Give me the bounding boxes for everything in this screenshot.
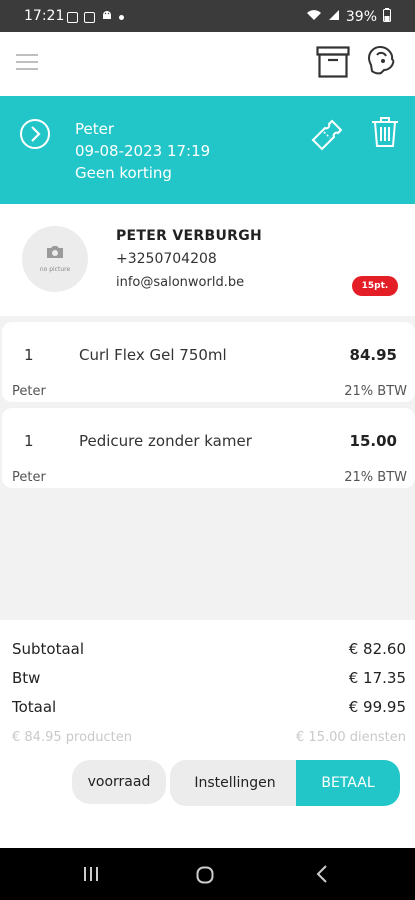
recent-apps-icon[interactable] bbox=[82, 866, 100, 886]
total-row: Totaal € 99.95 bbox=[12, 698, 406, 716]
battery-icon bbox=[383, 8, 391, 26]
order-info[interactable]: Peter 09-08-2023 17:19 Geen korting bbox=[75, 118, 210, 184]
signal-icon bbox=[328, 9, 340, 25]
gallery-notification-icon bbox=[67, 11, 78, 23]
services-total: € 15.00 diensten bbox=[296, 730, 406, 745]
more-notifications-dot-icon bbox=[119, 14, 124, 20]
item-employee: Peter bbox=[12, 470, 46, 485]
ticket-icon[interactable] bbox=[310, 118, 344, 156]
order-employee: Peter bbox=[75, 120, 115, 138]
vat-row: Btw € 17.35 bbox=[12, 669, 406, 687]
order-header: Peter 09-08-2023 17:19 Geen korting bbox=[0, 96, 415, 204]
cart-item[interactable]: 1 Pedicure zonder kamer 15.00 Peter 21% … bbox=[2, 408, 415, 488]
no-picture-label: no picture bbox=[39, 266, 71, 273]
menu-icon[interactable] bbox=[16, 54, 38, 72]
totals-panel: Subtotaal € 82.60 Btw € 17.35 Totaal € 9… bbox=[0, 620, 415, 848]
cart-item[interactable]: 1 Curl Flex Gel 750ml 84.95 Peter 21% BT… bbox=[2, 322, 415, 402]
user-profile-icon[interactable] bbox=[366, 44, 398, 82]
customer-email: info@salonworld.be bbox=[116, 275, 245, 290]
pay-button[interactable]: BETAAL bbox=[296, 760, 400, 806]
app-notification-icon bbox=[84, 11, 95, 23]
back-icon[interactable] bbox=[316, 865, 328, 887]
chevron-right-circle-icon[interactable] bbox=[19, 118, 51, 154]
item-vat: 21% BTW bbox=[344, 384, 407, 399]
wifi-icon bbox=[306, 9, 322, 25]
subtotal-label: Subtotaal bbox=[12, 640, 85, 658]
customer-name: PETER VERBURGH bbox=[116, 228, 262, 244]
order-datetime: 09-08-2023 17:19 bbox=[75, 142, 211, 160]
breakdown-row: € 84.95 producten € 15.00 diensten bbox=[12, 730, 406, 745]
camera-icon bbox=[46, 244, 64, 263]
trash-icon[interactable] bbox=[371, 116, 399, 152]
battery-percent: 39% bbox=[345, 9, 377, 25]
archive-box-icon[interactable] bbox=[316, 46, 350, 82]
item-name: Curl Flex Gel 750ml bbox=[79, 346, 227, 364]
item-price: 15.00 bbox=[349, 432, 397, 450]
customer-card[interactable]: no picture PETER VERBURGH +3250704208 in… bbox=[0, 204, 415, 316]
system-nav-bar bbox=[0, 848, 415, 900]
order-discount: Geen korting bbox=[75, 164, 172, 182]
total-value: € 99.95 bbox=[348, 698, 406, 716]
stock-button[interactable]: voorraad bbox=[72, 760, 166, 804]
customer-avatar[interactable]: no picture bbox=[22, 226, 88, 292]
item-vat: 21% BTW bbox=[344, 470, 407, 485]
status-bar: 17:21 39% bbox=[0, 0, 415, 32]
vat-value: € 17.35 bbox=[348, 669, 406, 687]
cart-list: 1 Curl Flex Gel 750ml 84.95 Peter 21% BT… bbox=[0, 316, 415, 620]
item-price: 84.95 bbox=[349, 346, 397, 364]
item-employee: Peter bbox=[12, 384, 46, 399]
notification-icons bbox=[67, 9, 124, 25]
vat-label: Btw bbox=[12, 669, 41, 687]
status-right: 39% bbox=[306, 8, 391, 26]
loyalty-points-badge: 15pt. bbox=[352, 276, 398, 296]
customer-phone: +3250704208 bbox=[116, 251, 217, 267]
item-name: Pedicure zonder kamer bbox=[79, 432, 252, 450]
settings-button[interactable]: Instellingen bbox=[170, 760, 300, 806]
android-notification-icon bbox=[101, 9, 113, 25]
item-quantity: 1 bbox=[24, 432, 34, 450]
products-total: € 84.95 producten bbox=[12, 730, 132, 745]
subtotal-row: Subtotaal € 82.60 bbox=[12, 640, 406, 658]
total-label: Totaal bbox=[12, 698, 57, 716]
app-header bbox=[0, 32, 415, 96]
home-icon[interactable] bbox=[196, 866, 214, 888]
subtotal-value: € 82.60 bbox=[348, 640, 406, 658]
item-quantity: 1 bbox=[24, 346, 34, 364]
status-time: 17:21 bbox=[24, 8, 65, 24]
